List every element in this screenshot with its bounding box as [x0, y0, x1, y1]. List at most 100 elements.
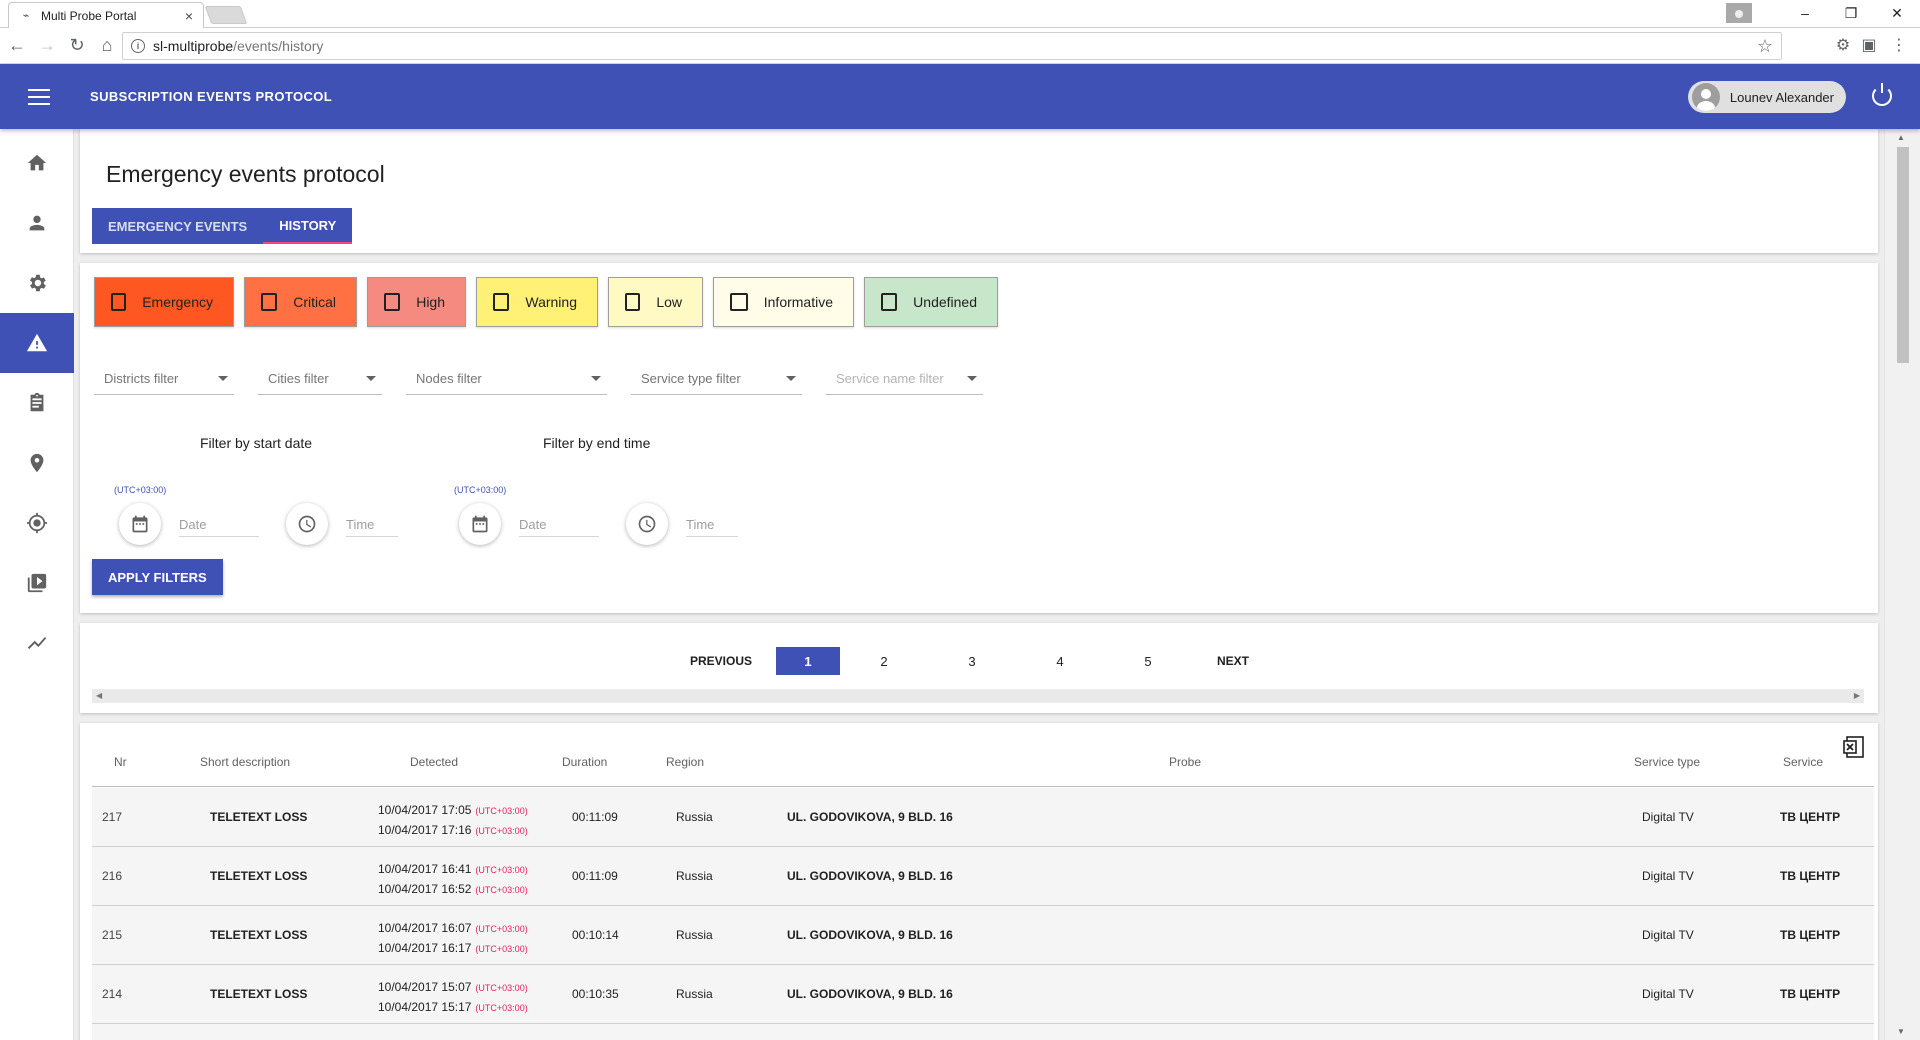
- user-chip[interactable]: Lounev Alexander: [1687, 81, 1846, 113]
- sidebar-item-media[interactable]: [0, 553, 74, 613]
- column-header-service-type[interactable]: Service type: [1634, 755, 1700, 769]
- scroll-down-icon[interactable]: ▼: [1897, 1027, 1905, 1036]
- cell-service: ТВ ЦЕНТР: [1780, 869, 1841, 883]
- table-row[interactable]: 216 TELETEXT LOSS 10/04/2017 16:41 (UTC+0…: [92, 847, 1874, 906]
- column-header-nr[interactable]: Nr: [114, 755, 127, 769]
- select-placeholder: Service name filter: [836, 371, 944, 386]
- table-row[interactable]: 217 TELETEXT LOSS 10/04/2017 17:05 (UTC+0…: [92, 788, 1874, 847]
- cities-filter-select[interactable]: Cities filter: [258, 363, 382, 395]
- page-button-1[interactable]: 1: [776, 647, 841, 675]
- districts-filter-select[interactable]: Districts filter: [94, 363, 234, 395]
- browser-tab[interactable]: ⌁ Multi Probe Portal ×: [8, 2, 204, 28]
- events-table-card: Nr Short description Detected Duration R…: [80, 723, 1878, 1040]
- page-button-5[interactable]: 5: [1116, 647, 1180, 675]
- sidebar-item-reports[interactable]: [0, 373, 74, 433]
- forward-icon[interactable]: →: [34, 33, 60, 59]
- sidebar-item-users[interactable]: [0, 193, 74, 253]
- service-name-filter-select[interactable]: Service name filter: [826, 363, 983, 395]
- checkbox[interactable]: [625, 293, 641, 311]
- checkbox[interactable]: [384, 293, 401, 311]
- severity-emergency[interactable]: Emergency: [94, 277, 234, 327]
- extension-2-icon[interactable]: ▣: [1858, 34, 1880, 56]
- end-date-picker-button[interactable]: [459, 503, 501, 545]
- column-header-duration[interactable]: Duration: [562, 755, 607, 769]
- select-placeholder: Service type filter: [641, 371, 741, 386]
- sidebar-item-home[interactable]: [0, 133, 74, 193]
- tab-close-icon[interactable]: ×: [185, 8, 193, 24]
- end-date-input[interactable]: Date: [519, 513, 599, 537]
- severity-informative[interactable]: Informative: [713, 277, 854, 327]
- checkbox[interactable]: [881, 293, 898, 311]
- end-time-picker-button[interactable]: [626, 503, 668, 545]
- scroll-up-icon[interactable]: ▲: [1897, 133, 1905, 142]
- checkbox[interactable]: [261, 293, 278, 311]
- severity-undefined[interactable]: Undefined: [864, 277, 998, 327]
- column-header-description[interactable]: Short description: [200, 755, 290, 769]
- column-header-service[interactable]: Service: [1783, 755, 1823, 769]
- browser-profile-icon[interactable]: [1726, 3, 1752, 23]
- home-browser-icon[interactable]: ⌂: [94, 33, 120, 59]
- apply-filters-button[interactable]: APPLY FILTERS: [92, 559, 223, 595]
- hamburger-menu-icon[interactable]: [28, 88, 50, 105]
- location-pin-icon: [30, 453, 44, 473]
- power-logout-icon[interactable]: [1872, 83, 1892, 106]
- column-header-probe[interactable]: Probe: [1169, 755, 1201, 769]
- scroll-left-icon[interactable]: ◀: [96, 691, 102, 700]
- sidebar-item-events[interactable]: [0, 313, 74, 373]
- start-time-input[interactable]: Time: [346, 513, 398, 537]
- checkbox[interactable]: [111, 293, 127, 311]
- site-info-icon[interactable]: i: [131, 39, 145, 53]
- vertical-scrollbar[interactable]: ▲ ▼: [1884, 129, 1920, 1040]
- next-page-button[interactable]: NEXT: [1204, 647, 1262, 675]
- horizontal-scrollbar[interactable]: ◀ ▶: [92, 689, 1864, 703]
- address-bar[interactable]: i sl-multiprobe/events/history ☆: [122, 32, 1782, 60]
- table-row[interactable]: [92, 1024, 1874, 1040]
- back-icon[interactable]: ←: [4, 33, 30, 59]
- column-header-region[interactable]: Region: [666, 755, 704, 769]
- page-button-3[interactable]: 3: [940, 647, 1004, 675]
- previous-page-button[interactable]: PREVIOUS: [690, 647, 752, 675]
- start-time-picker-button[interactable]: [286, 503, 328, 545]
- sidebar-item-settings[interactable]: [0, 253, 74, 313]
- service-type-filter-select[interactable]: Service type filter: [631, 363, 802, 395]
- select-placeholder: Districts filter: [104, 371, 179, 386]
- sidebar-item-locations[interactable]: [0, 433, 74, 493]
- tab-history[interactable]: HISTORY: [263, 208, 353, 244]
- start-date-input[interactable]: Date: [179, 513, 259, 537]
- excel-export-icon[interactable]: [1842, 735, 1866, 759]
- extension-icon[interactable]: ⚙: [1832, 34, 1854, 56]
- page-button-2[interactable]: 2: [852, 647, 916, 675]
- page-button-4[interactable]: 4: [1028, 647, 1092, 675]
- severity-critical[interactable]: Critical: [244, 277, 357, 327]
- table-row[interactable]: 215 TELETEXT LOSS 10/04/2017 16:07 (UTC+0…: [92, 906, 1874, 965]
- tab-emergency-events[interactable]: EMERGENCY EVENTS: [92, 208, 264, 244]
- start-date-picker-button[interactable]: [119, 503, 161, 545]
- cell-nr: 216: [102, 869, 123, 883]
- cell-duration: 00:11:09: [572, 869, 618, 883]
- calendar-icon: [132, 515, 148, 533]
- trending-icon: [27, 637, 47, 649]
- scrollbar-thumb[interactable]: [1897, 147, 1909, 363]
- checkbox[interactable]: [493, 293, 510, 311]
- nodes-filter-select[interactable]: Nodes filter: [406, 363, 607, 395]
- table-header: Nr Short description Detected Duration R…: [92, 723, 1874, 787]
- severity-label: Low: [656, 294, 682, 310]
- severity-warning[interactable]: Warning: [476, 277, 598, 327]
- column-header-detected[interactable]: Detected: [410, 755, 458, 769]
- close-window-icon[interactable]: ✕: [1874, 5, 1920, 22]
- end-time-input[interactable]: Time: [686, 513, 738, 537]
- new-tab-button[interactable]: [204, 6, 248, 24]
- checkbox[interactable]: [730, 293, 748, 311]
- severity-high[interactable]: High: [367, 277, 466, 327]
- table-row[interactable]: 214 TELETEXT LOSS 10/04/2017 15:07 (UTC+0…: [92, 965, 1874, 1024]
- restore-icon[interactable]: ❐: [1828, 5, 1874, 22]
- reload-icon[interactable]: ↻: [64, 33, 90, 59]
- sidebar-item-probes[interactable]: [0, 493, 74, 553]
- bookmark-star-icon[interactable]: ☆: [1757, 36, 1773, 57]
- severity-low[interactable]: Low: [608, 277, 703, 327]
- cell-service: ТВ ЦЕНТР: [1780, 928, 1841, 942]
- browser-menu-icon[interactable]: ⋮: [1888, 34, 1910, 56]
- scroll-right-icon[interactable]: ▶: [1854, 691, 1860, 700]
- sidebar-item-statistics[interactable]: [0, 613, 74, 673]
- minimize-icon[interactable]: –: [1782, 5, 1828, 21]
